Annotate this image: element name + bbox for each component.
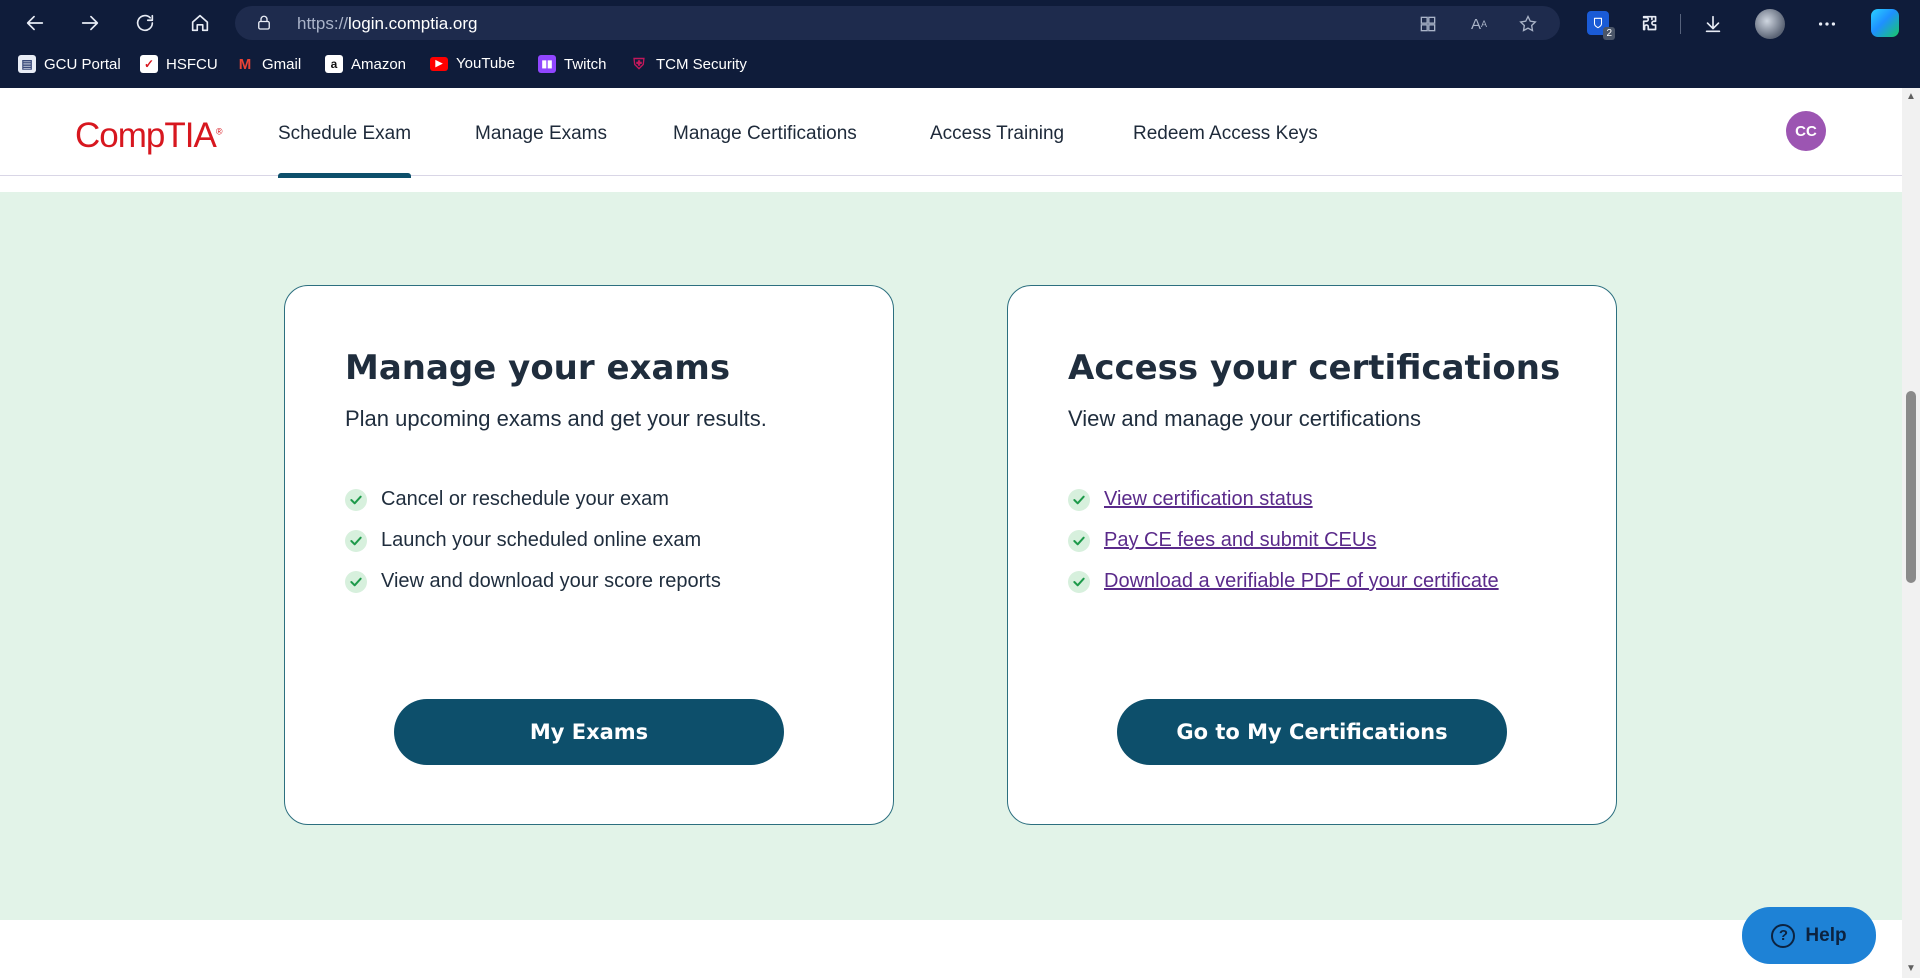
- bookmark-gmail[interactable]: M Gmail: [236, 55, 301, 73]
- bookmark-label: Twitch: [564, 55, 607, 73]
- scroll-up-arrow-icon[interactable]: ▲: [1906, 92, 1916, 102]
- url-text: https://login.comptia.org: [297, 14, 478, 33]
- puzzle-icon: [1642, 15, 1657, 31]
- user-avatar[interactable]: CC: [1786, 111, 1826, 151]
- copilot-icon[interactable]: [1871, 9, 1899, 37]
- bookmark-label: TCM Security: [656, 55, 747, 73]
- hsfcu-icon: ✓: [140, 55, 158, 73]
- browser-profile-avatar[interactable]: [1755, 9, 1785, 39]
- nav-manage-exams[interactable]: Manage Exams: [475, 123, 607, 145]
- list-item: View certification status: [1068, 479, 1499, 520]
- list-item: Pay CE fees and submit CEUs: [1068, 520, 1499, 561]
- access-certifications-card: Access your certifications View and mana…: [1007, 285, 1617, 825]
- bookmark-amazon[interactable]: a Amazon: [325, 55, 406, 73]
- download-certificate-pdf-link[interactable]: Download a verifiable PDF of your certif…: [1104, 570, 1499, 593]
- bookmark-label: YouTube: [456, 55, 515, 72]
- manage-exams-card: Manage your exams Plan upcoming exams an…: [284, 285, 894, 825]
- arrow-right-icon: [81, 15, 99, 31]
- bitwarden-extension-icon[interactable]: 2: [1587, 11, 1615, 40]
- youtube-icon: ▶: [430, 56, 448, 71]
- back-button[interactable]: [20, 8, 50, 38]
- favorite-star-icon[interactable]: [1517, 13, 1539, 35]
- tcm-security-icon: ⛨: [633, 55, 645, 73]
- bookmark-gcu-portal[interactable]: ▤ GCU Portal: [18, 55, 121, 73]
- list-item: Launch your scheduled online exam: [345, 520, 721, 561]
- card-title: Manage your exams: [345, 348, 731, 388]
- check-icon: [345, 488, 367, 511]
- reload-button[interactable]: [130, 8, 160, 38]
- bookmark-tcm-security[interactable]: ⛨ TCM Security: [630, 55, 747, 73]
- card-subtitle: View and manage your certifications: [1068, 406, 1422, 431]
- go-to-my-certifications-button[interactable]: Go to My Certifications: [1117, 699, 1507, 765]
- cert-link-list: View certification status Pay CE fees an…: [1068, 479, 1499, 602]
- amazon-icon: a: [325, 55, 343, 73]
- bookmark-label: GCU Portal: [44, 55, 121, 73]
- exam-feature-list: Cancel or reschedule your exam Launch yo…: [345, 479, 721, 602]
- list-item: View and download your score reports: [345, 561, 721, 602]
- help-button[interactable]: ? Help: [1742, 907, 1876, 964]
- twitch-icon: ▮▮: [538, 55, 556, 73]
- extension-badge: 2: [1603, 27, 1615, 40]
- gcu-portal-icon: ▤: [18, 55, 36, 73]
- bookmark-label: Amazon: [351, 55, 407, 73]
- card-subtitle: Plan upcoming exams and get your results…: [345, 406, 767, 431]
- check-icon: [1068, 529, 1090, 552]
- lock-icon: [255, 14, 273, 32]
- list-item-text: Launch your scheduled online exam: [381, 529, 702, 551]
- site-header: CompTIA® Schedule Exam Manage Exams Mana…: [0, 88, 1902, 178]
- nav-redeem-access-keys[interactable]: Redeem Access Keys: [1133, 123, 1318, 145]
- arrow-left-icon: [26, 15, 44, 31]
- view-certification-status-link[interactable]: View certification status: [1104, 488, 1313, 511]
- check-icon: [1068, 570, 1090, 593]
- bookmark-hsfcu[interactable]: ✓ HSFCU: [140, 55, 218, 73]
- app-available-icon[interactable]: [1417, 13, 1439, 35]
- home-icon: [191, 14, 209, 32]
- download-icon: [1705, 15, 1721, 33]
- check-icon: [345, 529, 367, 552]
- card-title: Access your certifications: [1068, 348, 1561, 388]
- list-item: Download a verifiable PDF of your certif…: [1068, 561, 1499, 602]
- my-exams-button[interactable]: My Exams: [394, 699, 784, 765]
- browser-toolbar: https://login.comptia.org AA 2: [0, 0, 1920, 46]
- browser-chrome: https://login.comptia.org AA 2 ▤ GCU Por…: [0, 0, 1920, 88]
- bookmark-twitch[interactable]: ▮▮ Twitch: [538, 55, 607, 73]
- pay-ce-fees-link[interactable]: Pay CE fees and submit CEUs: [1104, 529, 1376, 552]
- read-aloud-icon[interactable]: AA: [1468, 13, 1490, 35]
- page-scrollbar[interactable]: ▲ ▼: [1902, 88, 1920, 978]
- reload-icon: [136, 14, 154, 32]
- help-label: Help: [1805, 924, 1847, 946]
- nav-schedule-exam[interactable]: Schedule Exam: [278, 123, 412, 178]
- home-button[interactable]: [185, 8, 215, 38]
- bookmark-label: HSFCU: [166, 55, 218, 73]
- forward-button[interactable]: [75, 8, 105, 38]
- list-item-text: Cancel or reschedule your exam: [381, 488, 669, 510]
- downloads-button[interactable]: [1699, 10, 1727, 38]
- question-mark-icon: ?: [1771, 923, 1796, 948]
- bookmark-label: Gmail: [262, 55, 302, 73]
- nav-manage-certifications[interactable]: Manage Certifications: [673, 123, 857, 145]
- check-icon: [1068, 488, 1090, 511]
- bookmark-youtube[interactable]: ▶ YouTube: [430, 55, 515, 72]
- more-dots-icon: [1818, 22, 1836, 26]
- more-menu-button[interactable]: [1813, 10, 1841, 38]
- bookmarks-bar: ▤ GCU Portal ✓ HSFCU M Gmail a Amazon ▶ …: [0, 50, 1920, 80]
- comptia-logo[interactable]: CompTIA®: [75, 116, 222, 156]
- check-icon: [345, 570, 367, 593]
- address-bar[interactable]: https://login.comptia.org AA: [235, 6, 1560, 40]
- list-item-text: View and download your score reports: [381, 570, 721, 592]
- toolbar-divider: [1680, 14, 1681, 34]
- gmail-icon: M: [238, 55, 252, 73]
- list-item: Cancel or reschedule your exam: [345, 479, 721, 520]
- scroll-thumb[interactable]: [1906, 391, 1916, 583]
- nav-access-training[interactable]: Access Training: [930, 123, 1064, 145]
- extensions-button[interactable]: [1637, 10, 1665, 38]
- scroll-down-arrow-icon[interactable]: ▼: [1906, 964, 1916, 974]
